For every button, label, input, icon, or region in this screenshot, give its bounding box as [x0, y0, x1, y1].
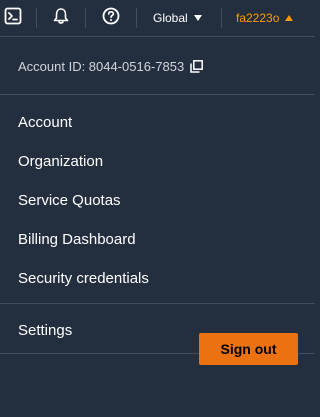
- copy-account-id-button[interactable]: [190, 60, 204, 73]
- help-button[interactable]: [86, 0, 136, 36]
- menu-item-security-credentials[interactable]: Security credentials: [18, 270, 149, 287]
- account-id-row: Account ID: 8044-0516-7853: [18, 59, 204, 74]
- menu-item-organization[interactable]: Organization: [18, 153, 103, 170]
- notifications-button[interactable]: [37, 0, 85, 36]
- divider: [0, 94, 315, 95]
- region-label: Global: [153, 11, 188, 25]
- menu-item-billing-dashboard[interactable]: Billing Dashboard: [18, 231, 136, 248]
- topbar-separator: [221, 8, 222, 28]
- divider: [0, 303, 315, 304]
- cloudshell-button[interactable]: [0, 0, 26, 36]
- bell-icon: [52, 7, 70, 30]
- topbar-separator: [136, 8, 137, 28]
- menu-item-service-quotas[interactable]: Service Quotas: [18, 192, 121, 209]
- cloudshell-icon: [4, 7, 22, 30]
- menu-item-account[interactable]: Account: [18, 114, 72, 131]
- caret-up-icon: [285, 15, 294, 21]
- help-icon: [102, 7, 120, 30]
- sign-out-button[interactable]: Sign out: [199, 333, 298, 365]
- copy-icon: [190, 60, 204, 73]
- user-label: fa2223o: [236, 11, 280, 25]
- account-menu-toggle[interactable]: fa2223o: [236, 0, 294, 36]
- region-selector[interactable]: Global: [153, 0, 221, 36]
- account-id-text: Account ID: 8044-0516-7853: [18, 59, 185, 74]
- caret-down-icon: [193, 15, 202, 21]
- top-navigation-bar: Global fa2223o: [0, 0, 315, 36]
- menu-item-settings[interactable]: Settings: [18, 322, 72, 339]
